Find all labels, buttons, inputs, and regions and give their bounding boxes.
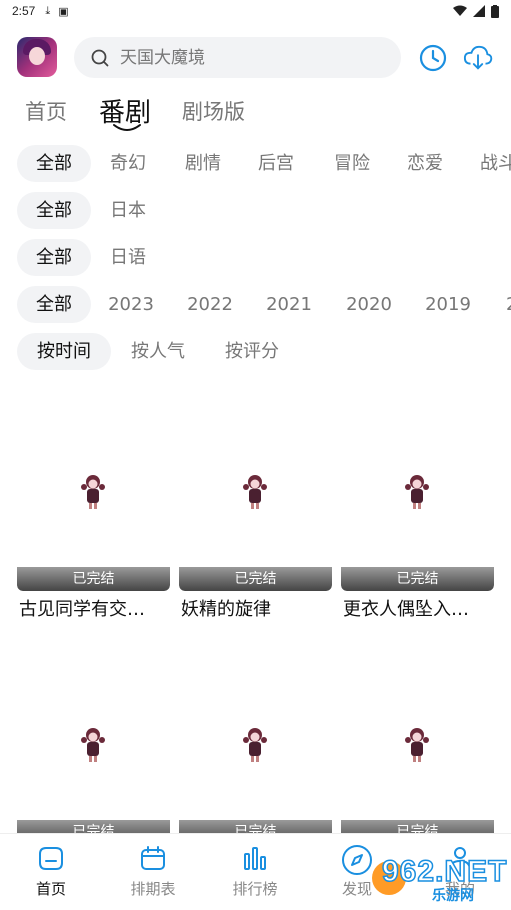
genre-chip[interactable]: 战斗 bbox=[470, 145, 511, 182]
year-chip[interactable]: 2018 bbox=[497, 286, 511, 323]
calendar-icon bbox=[141, 846, 165, 870]
nav-schedule[interactable]: 排期表 bbox=[123, 844, 183, 899]
home-icon bbox=[39, 847, 63, 870]
nav-ranking[interactable]: 排行榜 bbox=[225, 844, 285, 899]
card-poster: 已完结 bbox=[341, 395, 494, 591]
compass-icon bbox=[342, 845, 372, 875]
app-avatar[interactable] bbox=[17, 37, 57, 77]
genre-chip[interactable]: 恋爱 bbox=[393, 145, 457, 182]
genre-chip[interactable]: 剧情 bbox=[171, 145, 235, 182]
region-filter-row: 全部 日本 bbox=[0, 192, 511, 232]
nav-label: 首页 bbox=[35, 880, 66, 898]
genre-chip[interactable]: 冒险 bbox=[320, 145, 384, 182]
site-watermark: 962.NET 乐游网 bbox=[372, 854, 508, 904]
loading-placeholder-icon bbox=[405, 475, 429, 509]
status-badge: 已完结 bbox=[341, 567, 494, 591]
status-badge: 已完结 bbox=[179, 567, 332, 591]
tab-home[interactable]: 首页 bbox=[25, 96, 67, 126]
watermark-sub: 乐游网 bbox=[432, 888, 474, 904]
tab-movies[interactable]: 剧场版 bbox=[182, 96, 245, 126]
status-right bbox=[453, 4, 499, 18]
card-poster: 已完结 bbox=[17, 648, 170, 844]
battery-icon bbox=[491, 4, 499, 18]
year-chip[interactable]: 2020 bbox=[338, 286, 400, 323]
region-chip[interactable]: 全部 bbox=[17, 192, 91, 229]
language-chip[interactable]: 日语 bbox=[96, 239, 160, 276]
wifi-icon bbox=[453, 5, 467, 16]
sort-chip[interactable]: 按评分 bbox=[214, 333, 290, 370]
sort-chip[interactable]: 按时间 bbox=[17, 333, 111, 370]
top-bar bbox=[0, 30, 511, 86]
status-badge: 已完结 bbox=[17, 567, 170, 591]
download-icon: ⤓ bbox=[45, 4, 51, 17]
year-chip[interactable]: 2023 bbox=[100, 286, 162, 323]
year-chip[interactable]: 2019 bbox=[417, 286, 479, 323]
language-chip[interactable]: 全部 bbox=[17, 239, 91, 276]
status-bar: 2:57 ⤓ ▣ bbox=[0, 0, 511, 22]
nav-home[interactable]: 首页 bbox=[21, 844, 81, 899]
sort-chip[interactable]: 按人气 bbox=[120, 333, 196, 370]
year-chip[interactable]: 2022 bbox=[179, 286, 241, 323]
watermark-suffix: .NET bbox=[434, 854, 508, 889]
genre-chip[interactable]: 后宫 bbox=[244, 145, 308, 182]
search-box[interactable] bbox=[74, 37, 401, 78]
cloud-download-icon[interactable] bbox=[463, 43, 493, 73]
notification-icon: ▣ bbox=[58, 5, 69, 18]
signal-icon bbox=[473, 5, 485, 17]
year-chip[interactable]: 2021 bbox=[258, 286, 320, 323]
loading-placeholder-icon bbox=[243, 475, 267, 509]
history-clock-icon[interactable] bbox=[418, 43, 448, 73]
genre-chip[interactable]: 全部 bbox=[17, 145, 91, 182]
watermark-number: 962.NET bbox=[381, 854, 508, 889]
active-tab-indicator bbox=[113, 124, 141, 131]
year-chip[interactable]: 全部 bbox=[17, 286, 91, 323]
card-title: 古见同学有交… bbox=[19, 599, 145, 620]
loading-placeholder-icon bbox=[81, 728, 105, 762]
region-chip[interactable]: 日本 bbox=[96, 192, 160, 229]
nav-label: 排期表 bbox=[130, 880, 176, 898]
card-poster: 已完结 bbox=[17, 395, 170, 591]
sort-filter-row: 按时间 按人气 按评分 bbox=[0, 333, 511, 373]
genre-chip[interactable]: 奇幻 bbox=[96, 145, 160, 182]
search-input[interactable] bbox=[120, 47, 380, 68]
card-title: 更衣人偶坠入… bbox=[343, 599, 469, 620]
status-time: 2:57 bbox=[12, 4, 36, 18]
language-filter-row: 全部 日语 bbox=[0, 239, 511, 279]
loading-placeholder-icon bbox=[405, 728, 429, 762]
card-poster: 已完结 bbox=[341, 648, 494, 844]
bar-chart-icon bbox=[244, 847, 266, 870]
nav-label: 排行榜 bbox=[232, 880, 278, 898]
main-tabs: 首页 番剧 剧场版 bbox=[0, 90, 511, 132]
card-title: 妖精的旋律 bbox=[181, 599, 271, 620]
genre-filter-row: 全部 奇幻 剧情 后宫 冒险 恋爱 战斗 bbox=[0, 145, 511, 185]
loading-placeholder-icon bbox=[81, 475, 105, 509]
search-icon bbox=[91, 49, 109, 66]
year-filter-row: 全部 2023 2022 2021 2020 2019 2018 bbox=[0, 286, 511, 326]
avatar-face bbox=[29, 47, 45, 65]
watermark-digits: 962 bbox=[381, 854, 436, 889]
card-poster: 已完结 bbox=[179, 395, 332, 591]
loading-placeholder-icon bbox=[243, 728, 267, 762]
card-poster: 已完结 bbox=[179, 648, 332, 844]
